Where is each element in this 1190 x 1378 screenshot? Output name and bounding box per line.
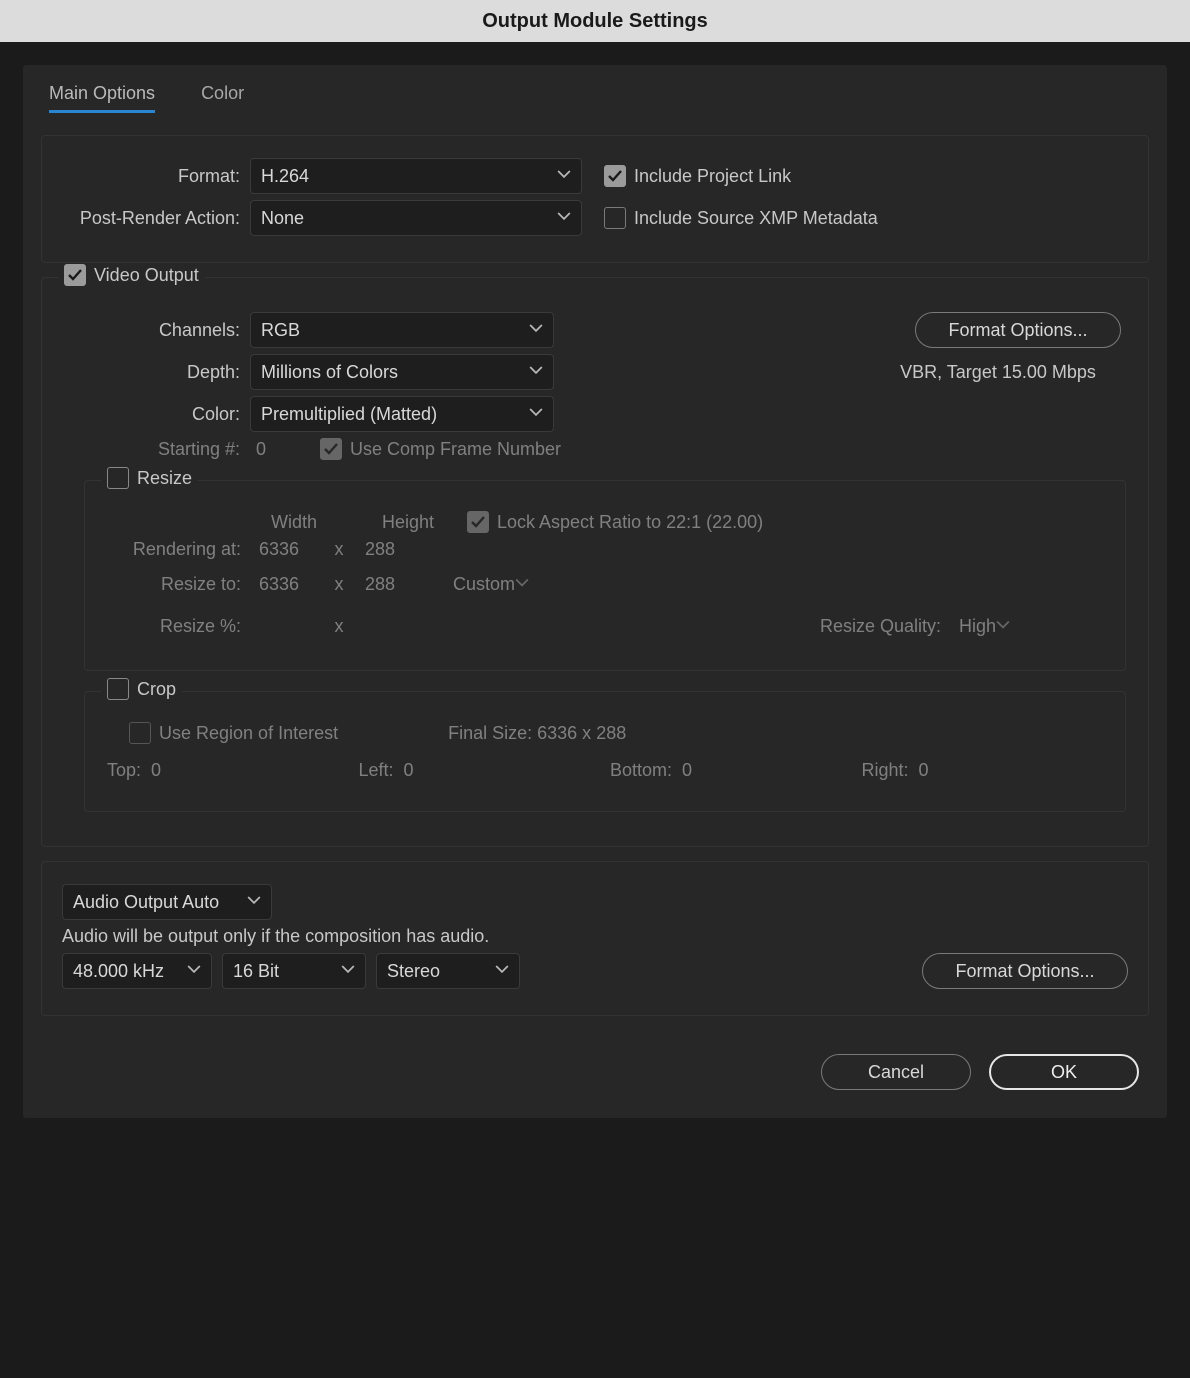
cancel-button[interactable]: Cancel (821, 1054, 971, 1090)
chevron-down-icon (515, 574, 529, 595)
rendering-height: 288 (351, 539, 429, 560)
chevron-down-icon (996, 616, 1010, 637)
resize-width: 6336 (249, 574, 327, 595)
channels-value: RGB (261, 320, 300, 341)
depth-select[interactable]: Millions of Colors (250, 354, 554, 390)
crop-top-value: 0 (151, 760, 161, 781)
format-section: Format: H.264 Include Project Link Post-… (41, 135, 1149, 263)
color-value: Premultiplied (Matted) (261, 404, 437, 425)
rendering-width: 6336 (249, 539, 327, 560)
audio-rate-select[interactable]: 48.000 kHz (62, 953, 212, 989)
resize-pct-label: Resize %: (101, 616, 249, 637)
lock-aspect-checkbox (467, 511, 489, 533)
crop-left-value: 0 (404, 760, 414, 781)
audio-format-options-button[interactable]: Format Options... (922, 953, 1128, 989)
resize-quality-label: Resize Quality: (820, 616, 949, 637)
tab-color[interactable]: Color (201, 79, 244, 113)
tab-main-options[interactable]: Main Options (49, 79, 155, 113)
resize-quality-value: High (959, 616, 996, 637)
lock-aspect-label: Lock Aspect Ratio to 22:1 (22.00) (497, 512, 763, 533)
resize-preset-value: Custom (453, 574, 515, 595)
resize-to-label: Resize to: (101, 574, 249, 595)
crop-legend: Crop (137, 679, 176, 700)
rendering-at-label: Rendering at: (101, 539, 249, 560)
x-separator: x (327, 574, 351, 595)
post-render-value: None (261, 208, 304, 229)
audio-depth-value: 16 Bit (233, 961, 279, 982)
include-project-link-label: Include Project Link (634, 166, 791, 187)
crop-left-label: Left: (359, 760, 394, 781)
include-xmp-checkbox[interactable] (604, 207, 626, 229)
video-output-section: Video Output Channels: RGB Format Option… (41, 277, 1149, 847)
x-separator: x (327, 539, 351, 560)
chevron-down-icon (529, 404, 543, 425)
audio-output-mode-select[interactable]: Audio Output Auto (62, 884, 272, 920)
chevron-down-icon (529, 320, 543, 341)
region-of-interest-checkbox (129, 722, 151, 744)
tabs: Main Options Color (41, 75, 1149, 135)
chevron-down-icon (557, 166, 571, 187)
channels-select[interactable]: RGB (250, 312, 554, 348)
chevron-down-icon (557, 208, 571, 229)
audio-note: Audio will be output only if the composi… (62, 926, 489, 947)
resize-height: 288 (351, 574, 429, 595)
resize-preset-select: Custom (443, 566, 923, 602)
x-separator: x (327, 616, 351, 637)
channels-label: Channels: (62, 320, 250, 341)
main-panel: Main Options Color Format: H.264 Include… (22, 64, 1168, 1119)
final-size: Final Size: 6336 x 288 (448, 723, 626, 744)
use-comp-frame-checkbox (320, 438, 342, 460)
chevron-down-icon (495, 961, 509, 982)
color-select[interactable]: Premultiplied (Matted) (250, 396, 554, 432)
crop-top-label: Top: (107, 760, 141, 781)
crop-section: Crop Use Region of Interest Final Size: … (84, 691, 1126, 812)
depth-value: Millions of Colors (261, 362, 398, 383)
height-header: Height (363, 512, 453, 533)
chevron-down-icon (187, 961, 201, 982)
crop-bottom-label: Bottom: (610, 760, 672, 781)
include-project-link-checkbox[interactable] (604, 165, 626, 187)
crop-right-value: 0 (919, 760, 929, 781)
ok-button[interactable]: OK (989, 1054, 1139, 1090)
format-label: Format: (62, 166, 250, 187)
window-title: Output Module Settings (0, 0, 1190, 42)
chevron-down-icon (247, 892, 261, 913)
resize-quality-select: High (949, 608, 1109, 644)
region-of-interest-label: Use Region of Interest (159, 723, 338, 744)
width-header: Width (249, 512, 339, 533)
use-comp-frame-label: Use Comp Frame Number (350, 439, 561, 460)
audio-output-mode-value: Audio Output Auto (73, 892, 219, 913)
format-select[interactable]: H.264 (250, 158, 582, 194)
chevron-down-icon (341, 961, 355, 982)
audio-depth-select[interactable]: 16 Bit (222, 953, 366, 989)
crop-checkbox[interactable] (107, 678, 129, 700)
post-render-label: Post-Render Action: (62, 208, 250, 229)
crop-right-label: Right: (862, 760, 909, 781)
crop-bottom-value: 0 (682, 760, 692, 781)
starting-num-label: Starting #: (62, 439, 250, 460)
format-value: H.264 (261, 166, 309, 187)
video-output-checkbox[interactable] (64, 264, 86, 286)
starting-num-value: 0 (250, 439, 320, 460)
dialog-footer: Cancel OK (41, 1030, 1149, 1090)
include-xmp-label: Include Source XMP Metadata (634, 208, 878, 229)
audio-section: Audio Output Auto Audio will be output o… (41, 861, 1149, 1016)
depth-label: Depth: (62, 362, 250, 383)
audio-channels-value: Stereo (387, 961, 440, 982)
chevron-down-icon (529, 362, 543, 383)
resize-legend: Resize (137, 468, 192, 489)
resize-checkbox[interactable] (107, 467, 129, 489)
video-output-legend: Video Output (94, 265, 199, 286)
audio-channels-select[interactable]: Stereo (376, 953, 520, 989)
video-format-options-button[interactable]: Format Options... (915, 312, 1121, 348)
post-render-select[interactable]: None (250, 200, 582, 236)
audio-rate-value: 48.000 kHz (73, 961, 164, 982)
color-label: Color: (62, 404, 250, 425)
resize-section: Resize Width Height Lock Aspect Ratio to… (84, 480, 1126, 671)
format-status: VBR, Target 15.00 Mbps (868, 362, 1128, 383)
